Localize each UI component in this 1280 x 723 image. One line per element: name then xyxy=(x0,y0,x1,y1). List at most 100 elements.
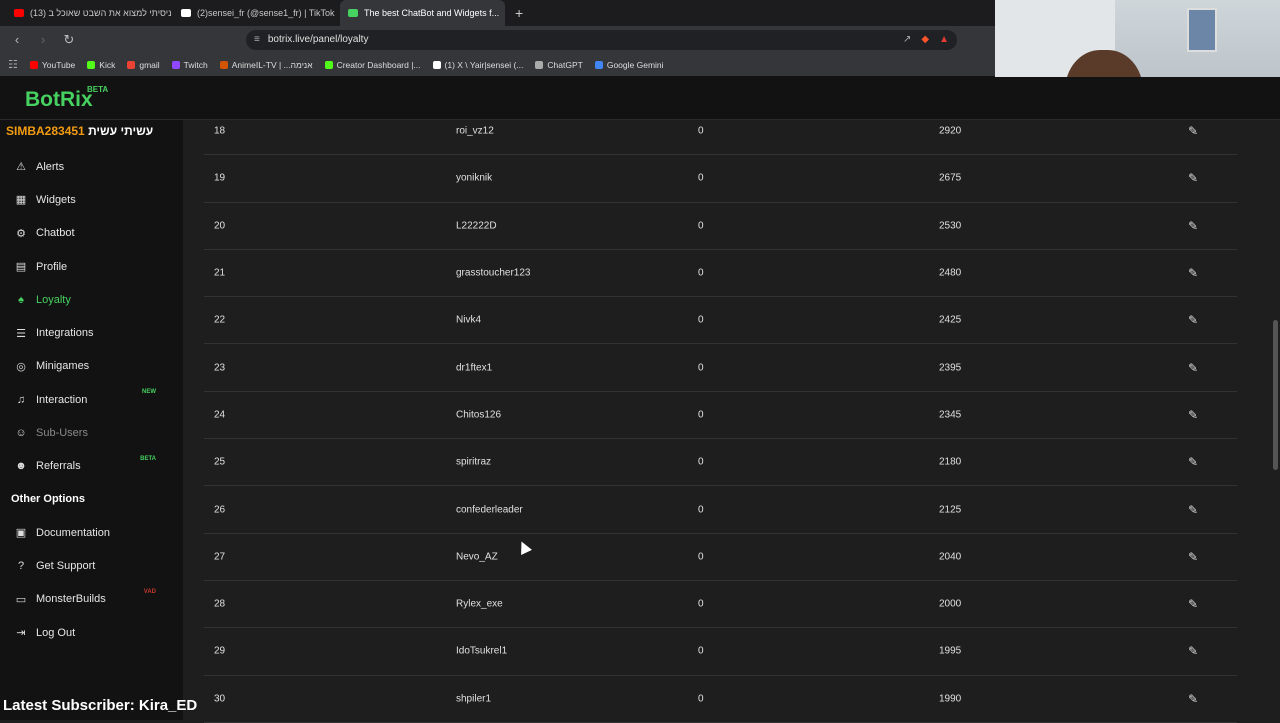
rank-cell: 28 xyxy=(214,598,226,610)
brave-shield-icon[interactable]: ◆ xyxy=(921,34,929,45)
sidebar-item-profile[interactable]: ▤ Profile xyxy=(0,250,170,283)
bookmark-label: gmail xyxy=(139,59,160,70)
edit-pencil-icon[interactable]: ✎ xyxy=(1188,597,1198,611)
points-cell: 0 xyxy=(698,645,704,657)
sidebar-item-log-out[interactable]: ⇥ Log Out xyxy=(0,616,170,649)
bookmark-item[interactable]: Twitch xyxy=(171,59,208,70)
loyalty-table: 18 roi_vz12 0 2920 ✎ 19 yoniknik 0 2675 ✎ 20 L22222… xyxy=(204,108,1237,723)
sidebar-item-monsterbuilds[interactable]: ▭ MonsterBuilds VAD xyxy=(0,583,170,616)
bookmark-item[interactable]: gmail xyxy=(127,59,160,70)
sidebar-item-integrations[interactable]: ☰ Integrations xyxy=(0,316,170,349)
points-cell: 0 xyxy=(698,220,704,232)
sidebar-item-sub-users[interactable]: ☺ Sub-Users xyxy=(0,416,170,449)
edit-pencil-icon[interactable]: ✎ xyxy=(1188,361,1198,375)
bookmark-item[interactable]: Kick xyxy=(87,60,115,70)
edit-pencil-icon[interactable]: ✎ xyxy=(1188,266,1198,280)
other-options-nav: ▣ Documentation? Get Support ▭ MonsterBuilds… xyxy=(0,516,170,649)
beta-badge: BETA xyxy=(87,85,109,94)
bookmark-item[interactable]: YouTube xyxy=(29,59,76,70)
edit-pencil-icon[interactable]: ✎ xyxy=(1188,408,1198,422)
bookmark-label: Twitch xyxy=(183,59,208,70)
edit-pencil-icon[interactable]: ✎ xyxy=(1188,124,1198,138)
users-icon: ☻ xyxy=(15,460,27,473)
edit-pencil-icon[interactable]: ✎ xyxy=(1188,692,1198,706)
back-icon[interactable]: ‹ xyxy=(8,32,26,47)
new-tab-icon[interactable]: + xyxy=(507,5,531,21)
botrix-logo[interactable]: BotRix xyxy=(25,88,93,112)
sidebar-item-documentation[interactable]: ▣ Documentation xyxy=(0,516,170,549)
username-cell: Nevo_AZ xyxy=(456,551,498,563)
edit-pencil-icon[interactable]: ✎ xyxy=(1188,455,1198,469)
site-info-icon[interactable]: ≡ xyxy=(254,34,260,45)
edit-pencil-icon[interactable]: ✎ xyxy=(1188,644,1198,658)
url-text: botrix.live/panel/loyalty xyxy=(267,34,369,45)
apps-grid-icon[interactable]: ☷ xyxy=(8,58,18,71)
points-cell: 0 xyxy=(698,125,704,137)
sidebar-item-alerts[interactable]: ⚠ Alerts xyxy=(0,150,170,183)
sidebar-item-chatbot[interactable]: ⚙ Chatbot xyxy=(0,217,170,250)
browser-tab[interactable]: (13) ניסיתי למצוא את השבט שאוכל ב...× xyxy=(6,0,171,26)
sidebar-item-label: Widgets xyxy=(36,193,76,206)
edit-pencil-icon[interactable]: ✎ xyxy=(1188,171,1198,185)
username-cell: grasstoucher123 xyxy=(456,267,531,279)
edit-pencil-icon[interactable]: ✎ xyxy=(1188,503,1198,517)
bookmark-item[interactable]: Google Gemini xyxy=(594,60,664,70)
sidebar-item-label: Alerts xyxy=(36,160,65,173)
sidebar-item-tag: BETA xyxy=(140,455,156,462)
edit-pencil-icon[interactable]: ✎ xyxy=(1188,550,1198,564)
value-cell: 2125 xyxy=(939,504,962,516)
scrollbar[interactable] xyxy=(1273,320,1278,470)
sidebar-item-interaction[interactable]: ♫ Interaction NEW xyxy=(0,383,170,416)
forward-icon[interactable]: › xyxy=(34,32,52,47)
username-cell: confederleader xyxy=(456,504,523,516)
bookmark-label: Kick xyxy=(99,59,116,70)
bookmark-favicon-icon xyxy=(87,60,96,69)
sidebar-item-minigames[interactable]: ◎ Minigames xyxy=(0,350,170,383)
sidebar-item-loyalty[interactable]: ♠ Loyalty xyxy=(0,283,170,316)
table-row: 25 spiritraz 0 2180 ✎ xyxy=(204,439,1237,487)
rank-cell: 18 xyxy=(214,125,226,137)
rank-cell: 27 xyxy=(214,551,226,563)
tab-title: (2)sensei_fr (@sense1_fr) | TikTok xyxy=(197,8,335,18)
value-cell: 1990 xyxy=(939,693,962,705)
sidebar-item-referrals[interactable]: ☻ Referrals BETA xyxy=(0,450,170,483)
bookmark-item[interactable]: (1) X \ Yair|sensei (... xyxy=(432,60,523,70)
table-row: 24 Chitos126 0 2345 ✎ xyxy=(204,392,1237,440)
bookmark-item[interactable]: AnimeIL-TV | ...אנימה xyxy=(219,60,313,70)
tab-bar: (13) ניסיתי למצוא את השבט שאוכל ב...×(2)… xyxy=(0,0,995,26)
sidebar-item-label: MonsterBuilds xyxy=(36,593,106,606)
browser-tab[interactable]: The best ChatBot and Widgets f...× xyxy=(340,0,505,26)
list-icon: ☰ xyxy=(16,327,26,340)
sidebar-item-label: Get Support xyxy=(36,559,96,572)
edit-pencil-icon[interactable]: ✎ xyxy=(1188,313,1198,327)
bookmark-label: ChatGPT xyxy=(547,59,583,70)
table-row: 18 roi_vz12 0 2920 ✎ xyxy=(204,108,1237,156)
sidebar-item-widgets[interactable]: ▦ Widgets xyxy=(0,183,170,216)
music-icon: ♫ xyxy=(16,393,26,406)
tab-favicon-icon xyxy=(348,9,358,17)
table-row: 19 yoniknik 0 2675 ✎ xyxy=(204,155,1237,203)
sidebar-item-label: Integrations xyxy=(36,327,94,340)
brave-rewards-icon[interactable]: ▲ xyxy=(939,34,949,45)
browser-tab[interactable]: (2)sensei_fr (@sense1_fr) | TikTok× xyxy=(173,0,338,26)
reload-icon[interactable]: ↻ xyxy=(60,32,78,48)
table-row: 29 IdoTsukrel1 0 1995 ✎ xyxy=(204,628,1237,676)
points-cell: 0 xyxy=(698,172,704,184)
bookmark-item[interactable]: Creator Dashboard |... xyxy=(324,60,421,70)
tab-favicon-icon xyxy=(181,9,191,17)
value-cell: 2040 xyxy=(939,551,962,563)
value-cell: 2675 xyxy=(939,172,962,184)
value-cell: 2395 xyxy=(939,362,962,374)
edit-pencil-icon[interactable]: ✎ xyxy=(1188,219,1198,233)
other-options-title: Other Options xyxy=(11,493,85,505)
sidebar-item-get-support[interactable]: ? Get Support xyxy=(0,549,170,582)
share-icon[interactable]: ↗ xyxy=(903,34,911,45)
bookmark-favicon-icon xyxy=(29,60,38,69)
bookmark-label: YouTube xyxy=(41,59,76,70)
sidebar-item-tag: VAD xyxy=(143,588,156,595)
username-cell: Rylex_exe xyxy=(456,598,503,610)
rank-cell: 21 xyxy=(214,267,226,279)
value-cell: 2920 xyxy=(939,125,962,137)
bookmark-item[interactable]: ChatGPT xyxy=(535,59,583,70)
address-bar[interactable]: ≡ botrix.live/panel/loyalty ↗ ◆ ▲ xyxy=(246,29,957,50)
